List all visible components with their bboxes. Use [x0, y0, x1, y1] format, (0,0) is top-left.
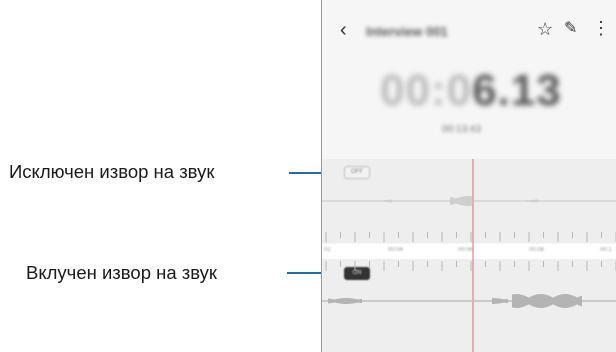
voice-recorder-screen: ‹ Interview 001 ☆ ✎ ⋮ 00:06.13 00:13:43 …: [321, 0, 616, 352]
waveform-top: [322, 196, 616, 206]
waveform-bottom: [322, 294, 616, 308]
muted-source-callout-label: Исключен извор на звук: [9, 161, 215, 182]
waveform-overlay: [322, 159, 616, 352]
unmuted-source-callout-label: Вклучен извор на звук: [26, 262, 218, 283]
ruler-ticks: [325, 232, 616, 271]
